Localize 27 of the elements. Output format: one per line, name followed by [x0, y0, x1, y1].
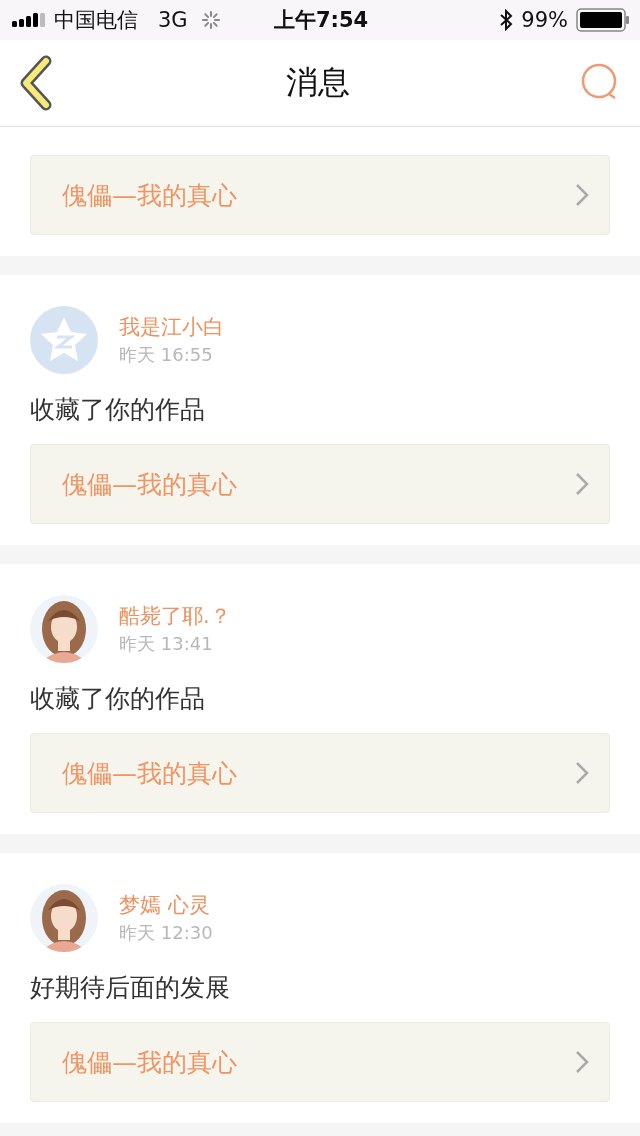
chevron-icon: [575, 1050, 589, 1074]
network-type: 3G: [158, 8, 188, 32]
user-name[interactable]: 梦嫣 心灵: [119, 891, 213, 919]
battery-percent: 99%: [521, 8, 568, 32]
work-link[interactable]: 傀儡—我的真心: [30, 155, 610, 235]
message-time: 昨天 16:55: [119, 343, 214, 367]
battery-icon: [576, 8, 630, 32]
chevron-icon: [575, 472, 589, 496]
comment-text: 好期待后面的发展: [30, 972, 231, 1004]
work-link[interactable]: 傀儡—我的真心: [30, 444, 610, 524]
user-name[interactable]: 我是江小白: [119, 313, 224, 341]
chevron-icon: [575, 183, 589, 207]
default-avatar-icon: [30, 306, 98, 374]
comment-text: 收藏了你的作品: [30, 394, 206, 426]
clock-time: 上午7:54: [273, 7, 369, 34]
message-time: 昨天 13:41: [119, 632, 214, 656]
carrier-name: 中国电信: [54, 7, 138, 34]
message-time: 昨天 12:30: [119, 921, 213, 945]
page-title: 消息: [286, 62, 350, 103]
comment-text: 收藏了你的作品: [30, 683, 206, 715]
work-link[interactable]: 傀儡—我的真心: [30, 733, 610, 813]
chevron-icon: [575, 761, 589, 785]
signal-icon: [12, 13, 46, 27]
user-name[interactable]: 酷毙了耶.？: [119, 602, 231, 630]
work-link[interactable]: 傀儡—我的真心: [30, 1022, 610, 1102]
bluetooth-icon: [499, 9, 514, 31]
loading-icon: [201, 11, 220, 29]
